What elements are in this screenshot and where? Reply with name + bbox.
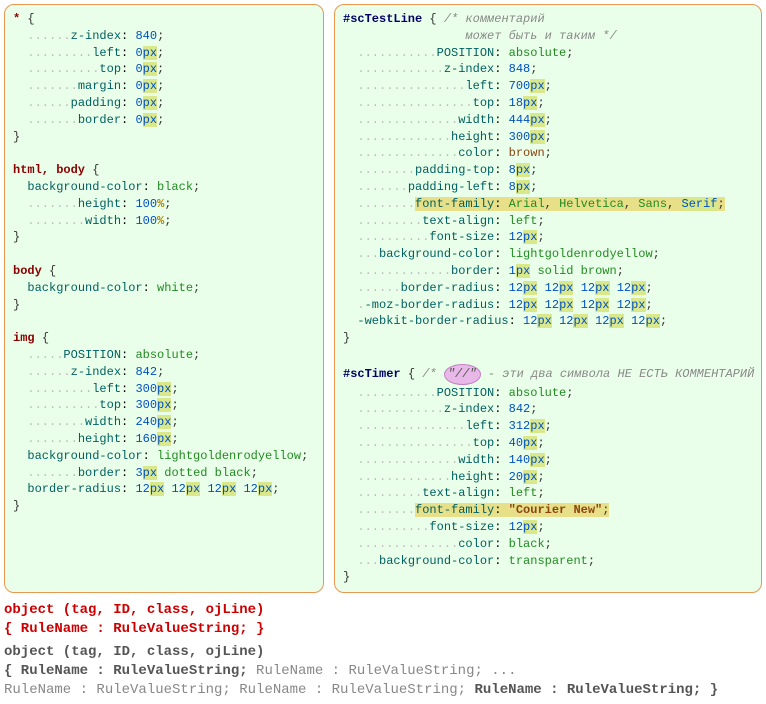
syntax-line-1: object (tag, ID, class, ojLine) — [4, 602, 264, 618]
code-panels: * { ......z-index: 840; .........left: 0… — [4, 4, 762, 593]
css-panel-right: #scTestLine { /* комментарий может быть … — [334, 4, 762, 593]
syntax-explanation: object (tag, ID, class, ojLine) { RuleNa… — [4, 601, 762, 699]
syntax-line-5b: RuleName : RuleValueString; } — [474, 682, 718, 698]
syntax-line-3: object (tag, ID, class, ojLine) — [4, 644, 264, 660]
css-panel-left: * { ......z-index: 840; .........left: 0… — [4, 4, 324, 593]
syntax-line-2: { RuleName : RuleValueString; } — [4, 621, 264, 637]
syntax-line-5a: RuleName : RuleValueString; RuleName : R… — [4, 682, 474, 698]
syntax-line-4b: RuleName : RuleValueString; ... — [248, 663, 517, 679]
syntax-line-4a: { RuleName : RuleValueString; — [4, 663, 248, 679]
